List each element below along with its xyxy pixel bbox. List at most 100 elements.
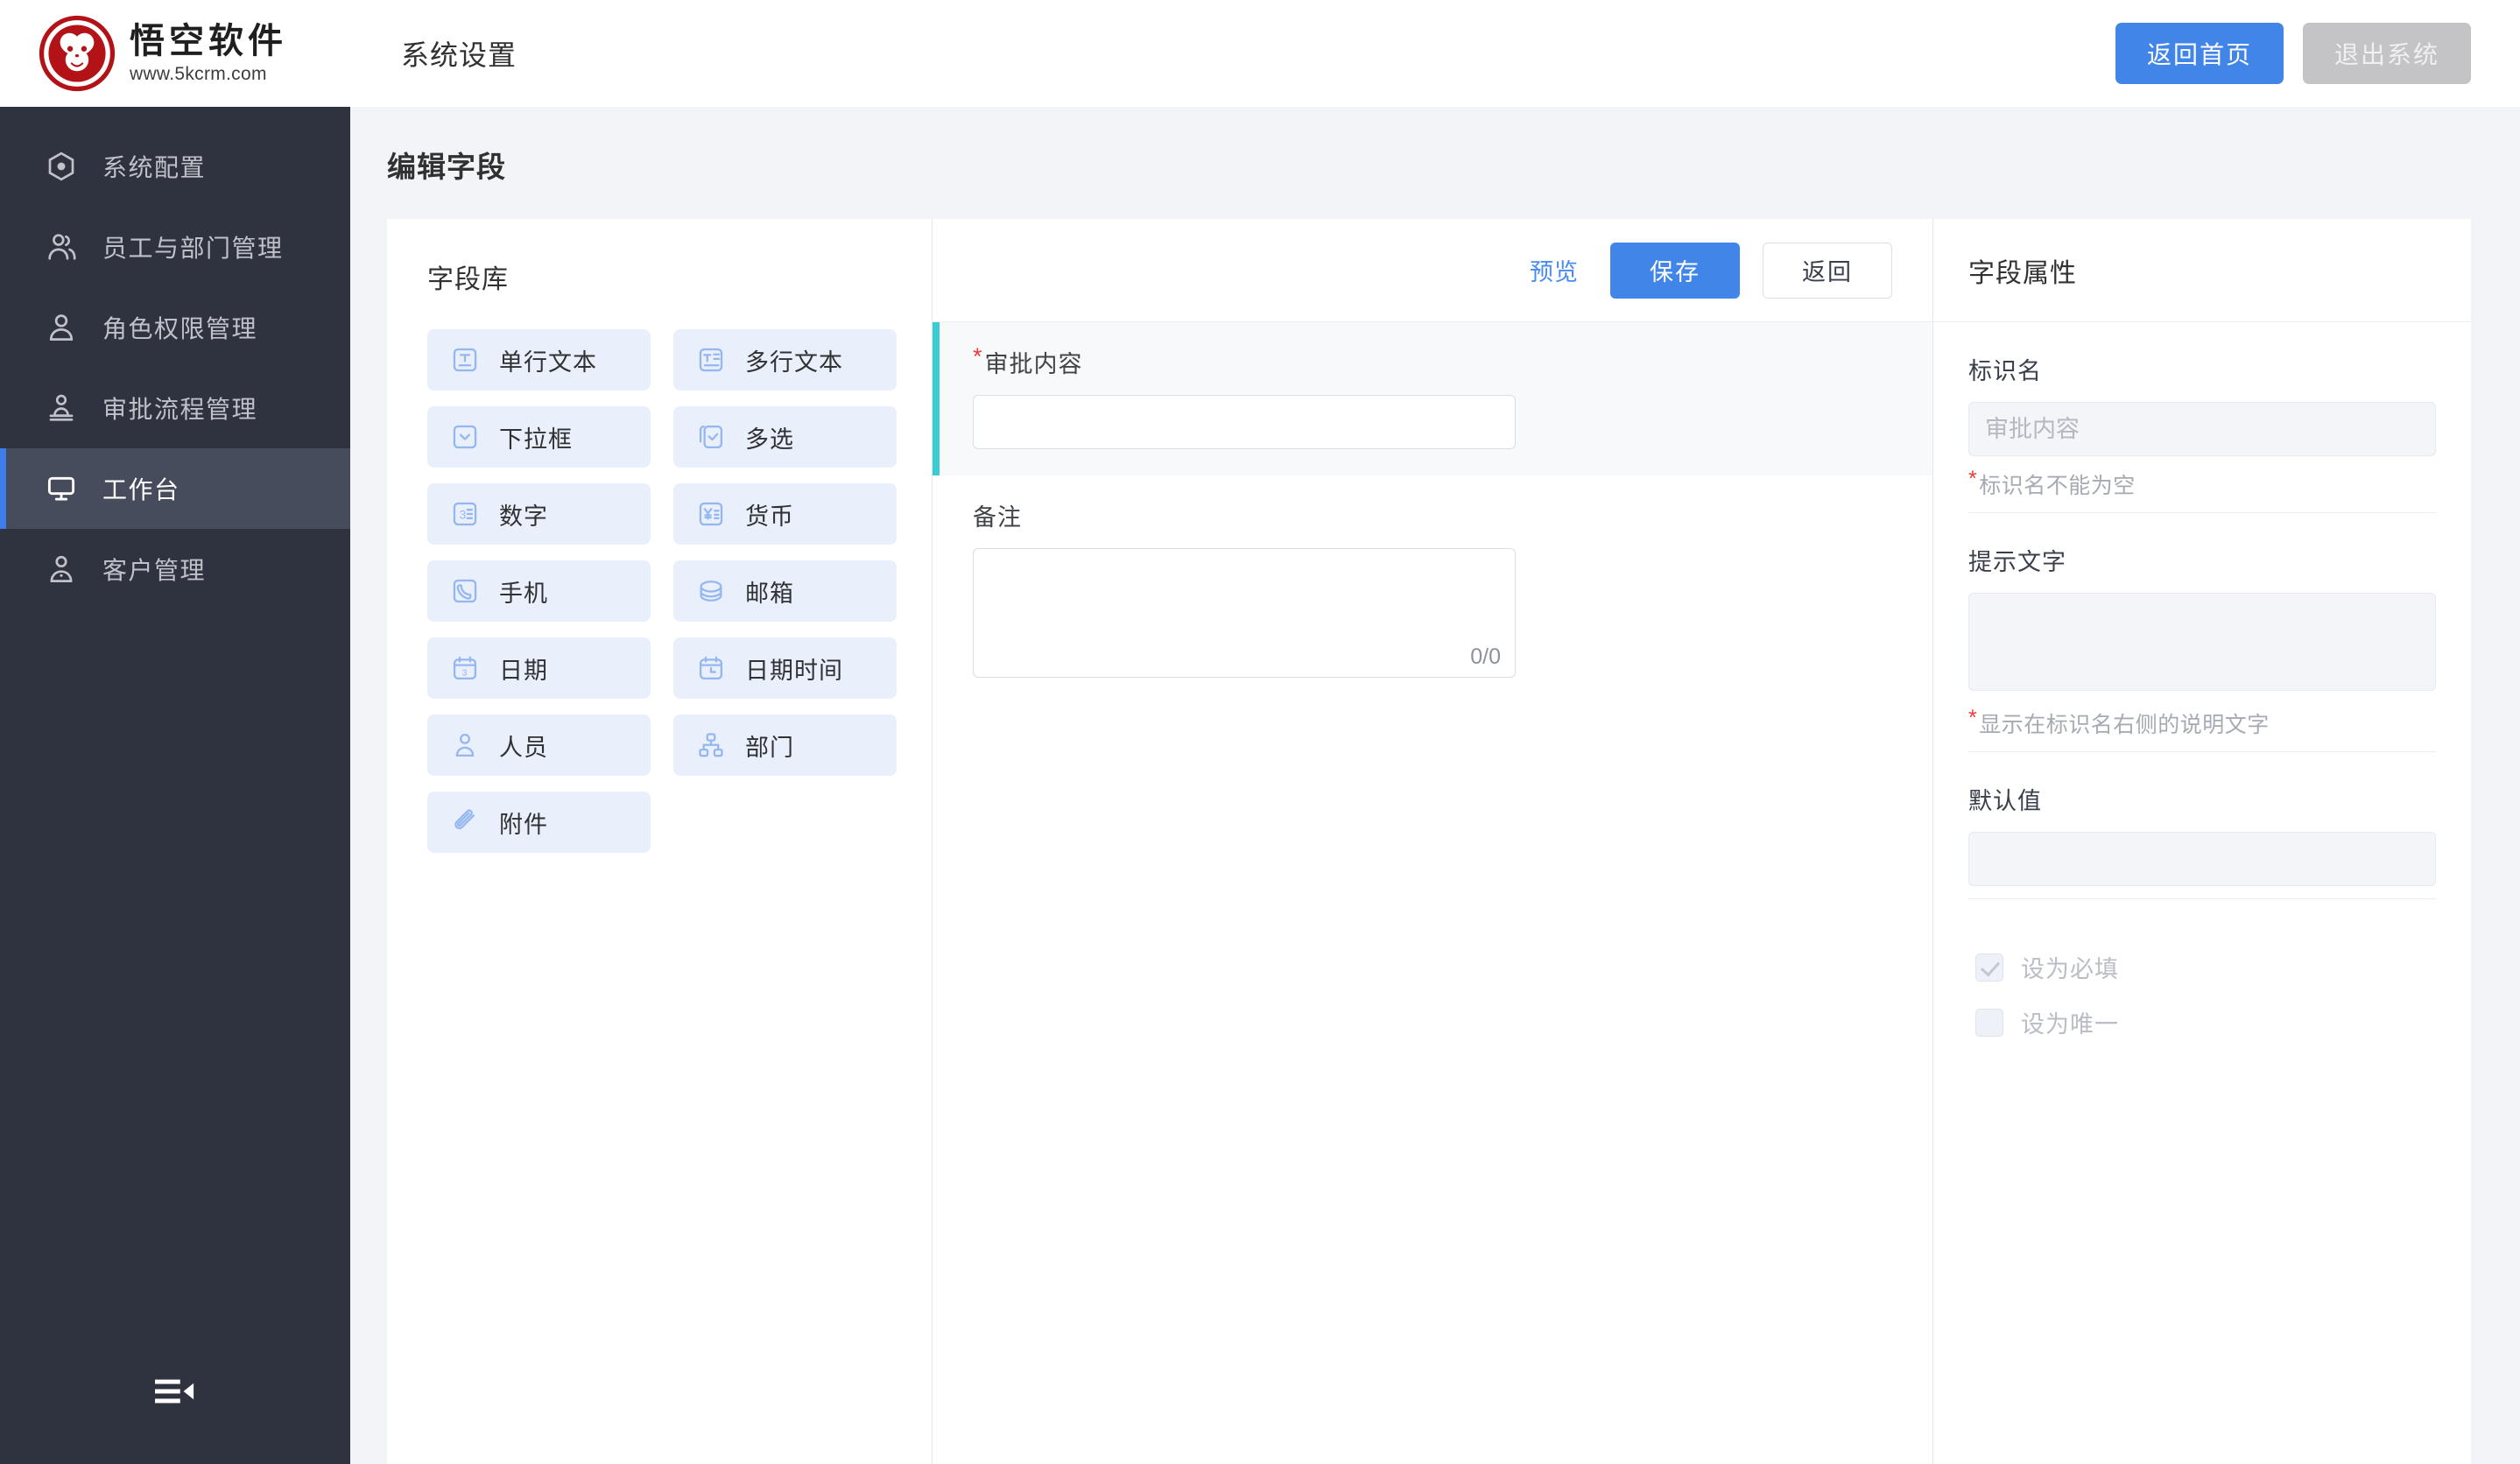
hexagon-gear-icon [48, 151, 74, 181]
form-field-textarea[interactable]: 0/0 [973, 548, 1516, 678]
property-group-ident-name: 标识名 *标识名不能为空 [1968, 322, 2436, 513]
required-star: * [973, 343, 983, 370]
multi-select-icon [699, 425, 723, 449]
hint-text-label: 提示文字 [1968, 549, 2066, 575]
sidebar-item-approval-flow[interactable]: 审批流程管理 [0, 368, 350, 448]
field-chip-label: 多选 [745, 426, 794, 453]
monkey-logo-icon [39, 15, 116, 92]
field-chip-person[interactable]: 人员 [427, 714, 651, 776]
preview-button[interactable]: 预览 [1521, 248, 1587, 292]
field-chip-datetime[interactable]: 日期时间 [673, 637, 897, 699]
default-value-label: 默认值 [1968, 788, 2042, 814]
field-chip-label: 邮箱 [745, 580, 794, 607]
phone-icon [453, 579, 477, 603]
department-icon [699, 733, 723, 757]
properties-body: 标识名 *标识名不能为空 提示文字 *显示在标识名右侧的说明文字 [1933, 322, 2471, 1052]
checkbox-unique[interactable]: 设为唯一 [1975, 1005, 2436, 1039]
sidebar-item-workbench[interactable]: 工作台 [0, 448, 350, 529]
checkbox-unique-label: 设为唯一 [2021, 1011, 2119, 1038]
monitor-icon [47, 476, 75, 501]
sidebar-item-label: 审批流程管理 [102, 396, 258, 423]
back-button[interactable]: 返回 [1763, 242, 1892, 299]
go-home-button[interactable]: 返回首页 [2115, 23, 2284, 84]
main-content: 编辑字段 字段库 单行文本 多行文本 下拉框 多选 3 数字 货币 手机 邮箱 … [350, 107, 2520, 1464]
property-group-flags: 设为必填 设为唯一 [1968, 899, 2436, 1052]
sidebar-item-label: 员工与部门管理 [102, 235, 284, 262]
form-toolbar: 预览 保存 返回 [933, 219, 1932, 322]
field-chip-label: 多行文本 [745, 348, 843, 376]
sidebar-footer [0, 1350, 350, 1464]
person-icon [455, 733, 475, 757]
customer-icon [50, 555, 73, 582]
ident-name-label: 标识名 [1968, 358, 2042, 384]
field-chip-date[interactable]: 3 日期 [427, 637, 651, 699]
sidebar-item-label: 工作台 [102, 476, 180, 503]
field-chip-single-line-text[interactable]: 单行文本 [427, 329, 651, 391]
required-star: * [1968, 467, 1978, 491]
field-chip-multi-select[interactable]: 多选 [673, 406, 897, 468]
field-chip-label: 下拉框 [499, 426, 573, 453]
user-role-icon [49, 314, 74, 341]
header-title: 系统设置 [401, 39, 517, 71]
date-icon: 3 [453, 656, 477, 680]
property-group-hint-text: 提示文字 * 显示在标识名右侧的说明文字 [1968, 513, 2436, 752]
sidebar-item-system-config[interactable]: 系统配置 [0, 126, 350, 207]
field-library-pane: 字段库 单行文本 多行文本 下拉框 多选 3 数字 货币 手机 邮箱 3 日期 … [387, 219, 932, 1464]
brand-logo[interactable]: 悟空软件 www.5kcrm.com [0, 0, 350, 107]
sidebar-item-role-permission[interactable]: 角色权限管理 [0, 287, 350, 368]
checkbox-required[interactable]: 设为必填 [1975, 950, 2436, 984]
menu-fold-icon[interactable] [155, 1376, 195, 1406]
form-field-label-wrap: * 审批内容 [973, 345, 1932, 379]
sidebar-item-label: 系统配置 [102, 154, 207, 181]
sidebar-nav-list: 系统配置 员工与部门管理 角色权限管理 审批流程管理 工作台 客户管理 [0, 107, 350, 609]
default-value-input[interactable] [1968, 832, 2436, 886]
field-editor-card: 字段库 单行文本 多行文本 下拉框 多选 3 数字 货币 手机 邮箱 3 日期 … [387, 219, 2471, 1464]
field-chip-label: 数字 [499, 503, 548, 530]
hint-text-input[interactable] [1968, 593, 2436, 691]
checkbox-unique-box[interactable] [1975, 1008, 2003, 1037]
field-chip-multi-line-text[interactable]: 多行文本 [673, 329, 897, 391]
form-field-approval-content[interactable]: * 审批内容 [933, 322, 1932, 475]
hint-text-hint-text: 显示在标识名右侧的说明文字 [1979, 713, 2270, 737]
dropdown-icon [453, 425, 477, 449]
field-chip-label: 日期 [499, 657, 548, 684]
field-chip-attachment[interactable]: 附件 [427, 792, 651, 853]
form-field-label: 审批内容 [984, 351, 1083, 377]
form-field-label-wrap: 备注 [973, 498, 1932, 532]
field-chip-number[interactable]: 3 数字 [427, 483, 651, 545]
form-field-input[interactable] [973, 395, 1516, 449]
header-actions: 返回首页 退出系统 [2115, 23, 2520, 84]
checkbox-required-box[interactable] [1975, 953, 2003, 982]
ident-name-hint: * 标识名不能为空 [1968, 468, 2436, 500]
ident-name-input[interactable] [1968, 402, 2436, 456]
datetime-icon [699, 656, 723, 680]
form-field-remark[interactable]: 备注 0/0 [933, 475, 1932, 704]
sidebar-item-staff-department[interactable]: 员工与部门管理 [0, 207, 350, 287]
number-icon: 3 [453, 502, 477, 526]
field-chip-label: 日期时间 [745, 657, 843, 684]
brand-url: www.5kcrm.com [130, 63, 267, 84]
field-chip-department[interactable]: 部门 [673, 714, 897, 776]
checkbox-required-label: 设为必填 [2021, 956, 2119, 982]
hint-text-hint: * 显示在标识名右侧的说明文字 [1968, 707, 2436, 739]
single-line-text-icon [453, 348, 477, 372]
logout-button[interactable]: 退出系统 [2302, 23, 2471, 84]
sidebar-item-customer[interactable]: 客户管理 [0, 529, 350, 609]
properties-title: 字段属性 [1933, 219, 2471, 322]
attachment-icon [454, 809, 475, 830]
form-canvas: * 审批内容 备注 0/0 [933, 322, 1932, 1464]
field-chip-phone[interactable]: 手机 [427, 560, 651, 622]
field-chip-email[interactable]: 邮箱 [673, 560, 897, 622]
field-chip-label: 手机 [499, 580, 548, 607]
field-chip-dropdown[interactable]: 下拉框 [427, 406, 651, 468]
page-title: 编辑字段 [387, 151, 506, 183]
top-header: 悟空软件 www.5kcrm.com 系统设置 返回首页 退出系统 [0, 0, 2520, 107]
ident-name-hint-text: 标识名不能为空 [1979, 474, 2136, 498]
form-field-label: 备注 [973, 504, 1022, 531]
currency-icon [699, 502, 723, 526]
field-chip-currency[interactable]: 货币 [673, 483, 897, 545]
save-button[interactable]: 保存 [1610, 242, 1740, 299]
sidebar-item-label: 角色权限管理 [102, 315, 258, 342]
field-chip-label: 单行文本 [499, 348, 597, 376]
field-library-title: 字段库 [427, 265, 509, 294]
